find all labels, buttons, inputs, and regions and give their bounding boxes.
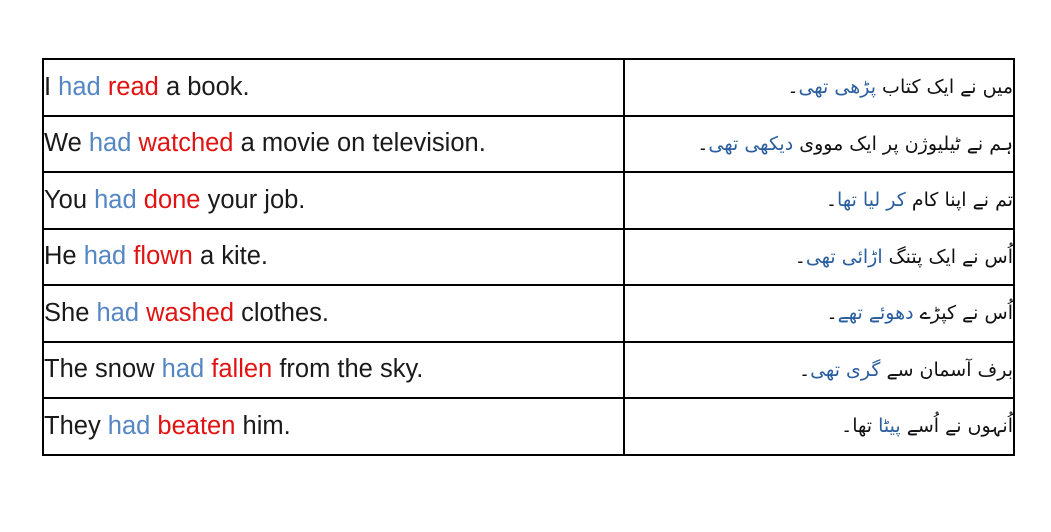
table-row: You had done your job. تم نے اپنا کام کر… — [42, 171, 1015, 230]
table-row: She had washed clothes. اُس نے کپڑے دھوئ… — [42, 284, 1015, 343]
sentence-subject: She — [44, 298, 97, 327]
urdu-lead: ہم نے ٹیلیوژن پر ایک مووی — [793, 132, 1013, 155]
table-row: The snow had fallen from the sky. برف آس… — [42, 340, 1015, 399]
auxiliary-verb: had — [161, 355, 205, 384]
auxiliary-verb: had — [88, 129, 132, 158]
urdu-translation-cell: تم نے اپنا کام کر لیا تھا۔ — [623, 171, 1015, 230]
english-sentence: You had done your job. — [44, 186, 305, 214]
sentence-subject: He — [44, 242, 84, 271]
auxiliary-verb: had — [96, 298, 140, 327]
english-sentence-cell: They had beaten him. — [42, 397, 625, 456]
sentence-subject: I — [44, 72, 59, 101]
sentence-rest: from the sky. — [272, 355, 424, 384]
urdu-tail: ۔ — [826, 302, 838, 324]
main-verb: done — [143, 185, 201, 214]
english-sentence: We had watched a movie on television. — [44, 129, 486, 157]
english-sentence: He had flown a kite. — [44, 242, 268, 270]
urdu-sentence: اُنہوں نے اُسے پیٹا تھا۔ — [841, 415, 1013, 437]
urdu-translation-cell: اُس نے ایک پتنگ اڑائی تھی۔ — [623, 227, 1015, 286]
urdu-translation-cell: برف آسمان سے گری تھی۔ — [623, 340, 1015, 399]
urdu-tail: ۔ — [787, 76, 799, 98]
auxiliary-verb: had — [107, 411, 151, 440]
english-sentence-cell: She had washed clothes. — [42, 284, 625, 343]
main-verb: read — [107, 72, 159, 101]
urdu-highlight: گری تھی — [810, 358, 881, 381]
urdu-tail: ۔ — [697, 132, 709, 155]
sentence-subject: The snow — [44, 355, 162, 384]
urdu-highlight: اڑائی تھی — [805, 245, 883, 268]
sentence-subject: We — [44, 129, 89, 158]
urdu-translation-cell: ہم نے ٹیلیوژن پر ایک مووی دیکھی تھی۔ — [623, 114, 1015, 173]
urdu-lead: اُس نے ایک پتنگ — [882, 245, 1013, 268]
table-row: We had watched a movie on television. ہم… — [42, 114, 1015, 173]
sentence-rest: a movie on television. — [233, 129, 486, 158]
table-row: He had flown a kite. اُس نے ایک پتنگ اڑا… — [42, 227, 1015, 286]
urdu-sentence: اُس نے کپڑے دھوئے تھے۔ — [827, 302, 1014, 324]
sentence-rest: a kite. — [192, 242, 268, 271]
english-sentence: They had beaten him. — [44, 412, 291, 440]
urdu-sentence: میں نے ایک کتاب پڑھی تھی۔ — [787, 76, 1013, 98]
urdu-translation-cell: میں نے ایک کتاب پڑھی تھی۔ — [623, 58, 1015, 117]
english-sentence-cell: He had flown a kite. — [42, 227, 625, 286]
sentence-subject: They — [44, 411, 108, 440]
sentence-rest: him. — [235, 411, 291, 440]
main-verb: fallen — [211, 355, 273, 384]
english-sentence: The snow had fallen from the sky. — [44, 355, 423, 383]
english-sentence: She had washed clothes. — [44, 299, 329, 327]
urdu-highlight: دیکھی تھی — [708, 132, 794, 155]
past-perfect-examples-table: I had read a book. میں نے ایک کتاب پڑھی … — [42, 58, 1015, 456]
table-body: I had read a book. میں نے ایک کتاب پڑھی … — [42, 58, 1015, 456]
auxiliary-verb: had — [94, 185, 137, 214]
english-sentence-cell: We had watched a movie on television. — [42, 114, 625, 173]
urdu-translation-cell: اُنہوں نے اُسے پیٹا تھا۔ — [623, 397, 1015, 456]
english-sentence-cell: I had read a book. — [42, 58, 625, 117]
urdu-tail: ۔ — [798, 358, 811, 381]
table-row: They had beaten him. اُنہوں نے اُسے پیٹا… — [42, 397, 1015, 456]
urdu-highlight: دھوئے تھے — [837, 302, 914, 324]
urdu-lead: اُس نے کپڑے — [913, 302, 1013, 324]
english-sentence: I had read a book. — [44, 73, 250, 101]
urdu-highlight: پڑھی تھی — [798, 76, 877, 98]
main-verb: watched — [138, 129, 234, 158]
urdu-tail: ۔ — [825, 189, 838, 211]
urdu-translation-cell: اُس نے کپڑے دھوئے تھے۔ — [623, 284, 1015, 343]
urdu-highlight: کر لیا تھا — [837, 189, 906, 211]
auxiliary-verb: had — [58, 72, 101, 101]
english-sentence-cell: The snow had fallen from the sky. — [42, 340, 625, 399]
urdu-sentence: تم نے اپنا کام کر لیا تھا۔ — [826, 189, 1013, 211]
urdu-highlight: پیٹا — [878, 415, 901, 437]
urdu-sentence: ہم نے ٹیلیوژن پر ایک مووی دیکھی تھی۔ — [697, 133, 1013, 155]
table-row: I had read a book. میں نے ایک کتاب پڑھی … — [42, 58, 1015, 117]
urdu-sentence: برف آسمان سے گری تھی۔ — [799, 359, 1013, 381]
auxiliary-verb: had — [83, 242, 127, 271]
main-verb: washed — [146, 298, 235, 327]
main-verb: beaten — [157, 411, 236, 440]
sentence-rest: clothes. — [234, 298, 329, 327]
english-sentence-cell: You had done your job. — [42, 171, 625, 230]
sentence-rest: a book. — [158, 72, 250, 101]
sentence-subject: You — [44, 185, 95, 214]
urdu-tail: تھا۔ — [841, 415, 879, 437]
urdu-tail: ۔ — [794, 245, 806, 268]
sentence-rest: your job. — [200, 185, 306, 214]
main-verb: flown — [133, 242, 193, 271]
urdu-lead: برف آسمان سے — [880, 358, 1013, 381]
urdu-lead: میں نے ایک کتاب — [876, 76, 1013, 98]
urdu-lead: اُنہوں نے اُسے — [900, 415, 1013, 437]
urdu-sentence: اُس نے ایک پتنگ اڑائی تھی۔ — [795, 246, 1013, 268]
urdu-lead: تم نے اپنا کام — [905, 189, 1013, 211]
